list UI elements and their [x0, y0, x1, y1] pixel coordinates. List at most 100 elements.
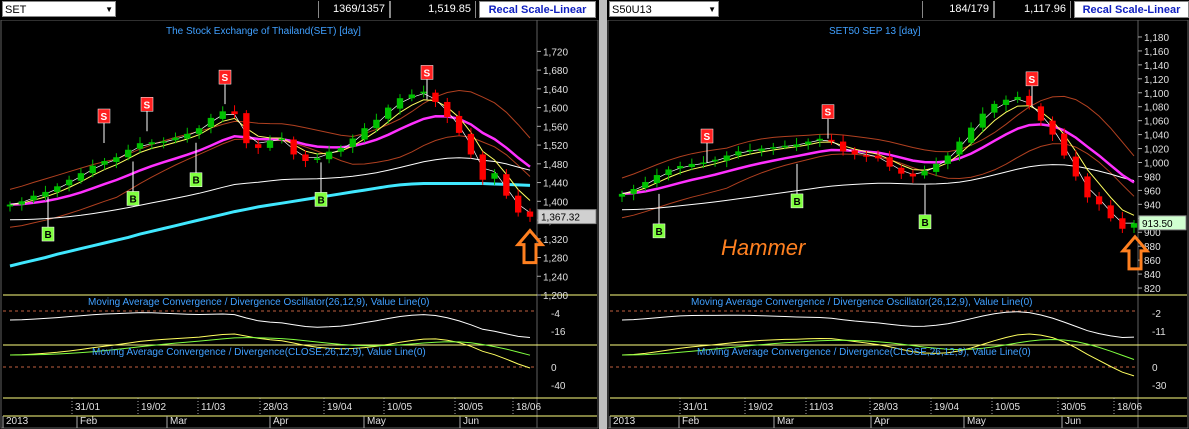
month-tick-label: Apr	[874, 416, 890, 427]
y-tick-label: 1,320	[543, 235, 568, 246]
chevron-down-icon[interactable]: ▼	[708, 2, 716, 18]
right-chart-svg: 1,180 1,160 1,140 1,120 1,100 1,080 1,060 1,040…	[607, 20, 1189, 429]
symbol-selector[interactable]: SET ▼	[2, 1, 116, 17]
y-tick-label: 1,120	[1144, 75, 1169, 86]
candle-body	[979, 113, 986, 128]
osc-tick-label: -11	[1152, 327, 1166, 338]
symbol-label: SET	[5, 4, 27, 16]
macd-tick-label: 0	[551, 363, 557, 374]
candle-body	[781, 145, 789, 148]
y-tick-label: 1,520	[543, 141, 568, 152]
candle-body	[1084, 176, 1091, 198]
chart-title: SET50 SEP 13 [day]	[829, 26, 921, 37]
candle-body	[1107, 205, 1114, 219]
candle-body	[967, 127, 975, 143]
candle-body	[290, 139, 297, 155]
sell-marker-label: S	[222, 73, 229, 84]
candle-body	[515, 195, 522, 213]
candle-body	[1026, 95, 1033, 106]
date-tick-label: 31/01	[75, 402, 100, 413]
macd-title: Moving Average Convergence / Divergence(…	[92, 347, 426, 358]
right-header: S50U13 ▼ 184/179 1,117.96 Recal Scale-Li…	[607, 0, 1189, 20]
sell-marker-label: S	[144, 100, 151, 111]
candle-body	[54, 186, 61, 192]
chevron-down-icon[interactable]: ▼	[105, 2, 113, 18]
candle-body	[653, 175, 661, 184]
y-tick-label: 1,480	[543, 160, 568, 171]
current-price-label: 1,367.32	[541, 213, 580, 224]
date-tick-label: 28/03	[263, 402, 288, 413]
candle-body	[455, 115, 463, 133]
y-tick-label: 1,040	[1144, 131, 1169, 142]
candle-body	[160, 141, 167, 143]
candle-body	[758, 148, 765, 152]
candle-body	[184, 133, 191, 139]
date-tick-label: 18/06	[516, 402, 541, 413]
candle-body	[432, 92, 439, 102]
month-tick-label: 2013	[613, 416, 636, 427]
y-tick-label: 1,680	[543, 66, 568, 77]
month-tick-label: Feb	[682, 416, 700, 427]
candle-body	[909, 173, 917, 177]
candle-body	[408, 94, 415, 99]
candle-body	[526, 211, 534, 217]
candle-body	[921, 170, 928, 176]
candle-body	[805, 141, 812, 145]
candle-body	[65, 179, 73, 186]
y-tick-label: 1,560	[543, 122, 568, 133]
macd-osc-title: Moving Average Convergence / Divergence …	[691, 297, 1032, 308]
macd-osc-title: Moving Average Convergence / Divergence …	[88, 297, 429, 308]
y-tick-label: 980	[1144, 172, 1161, 183]
panel-splitter[interactable]	[599, 0, 607, 429]
candle-body	[991, 103, 998, 113]
candle-body	[735, 151, 742, 156]
candle-body	[396, 98, 404, 109]
candle-body	[172, 137, 179, 141]
candle-body	[266, 140, 274, 148]
candle-body	[1119, 218, 1126, 229]
candle-body	[219, 111, 226, 119]
y-tick-label: 1,180	[1144, 33, 1169, 44]
candle-body	[207, 117, 215, 128]
candle-body	[125, 149, 132, 158]
sell-marker-label: S	[424, 68, 431, 79]
candle-body	[642, 182, 649, 188]
sell-marker-label: S	[704, 132, 711, 143]
candle-body	[361, 128, 368, 140]
candle-body	[770, 147, 777, 149]
candle-body	[898, 167, 905, 174]
macd-osc-line	[9, 312, 531, 338]
macd-tick-label: 0	[1152, 363, 1158, 374]
candle-body	[1037, 106, 1045, 121]
candle-body	[113, 157, 120, 163]
candle-body	[444, 101, 451, 117]
recal-scale-button[interactable]: Recal Scale-Linear	[479, 1, 596, 18]
y-tick-label: 1,000	[1144, 159, 1169, 170]
y-tick-label: 1,020	[1144, 145, 1169, 156]
symbol-selector[interactable]: S50U13 ▼	[609, 1, 719, 17]
candle-body	[1061, 133, 1068, 156]
candle-body	[1014, 96, 1021, 100]
y-tick-label: 1,060	[1144, 117, 1169, 128]
month-tick-label: May	[367, 416, 386, 427]
candle-body	[491, 173, 498, 179]
candle-body	[944, 155, 951, 164]
y-tick-label: 1,140	[1144, 61, 1169, 72]
date-tick-label: 19/04	[934, 402, 959, 413]
candle-body	[243, 113, 250, 144]
y-tick-label: 1,440	[543, 179, 568, 190]
recal-scale-button[interactable]: Recal Scale-Linear	[1074, 1, 1189, 18]
bid-ask-readout: 184/179	[922, 1, 994, 18]
macd-osc-line	[621, 311, 1135, 339]
candle-body	[700, 162, 707, 164]
date-tick-label: 28/03	[873, 402, 898, 413]
y-tick-label: 840	[1144, 270, 1161, 281]
ma-long-line	[9, 182, 531, 268]
last-price-readout: 1,117.96	[994, 1, 1071, 18]
ma-magenta-line	[9, 115, 531, 206]
candle-body	[101, 161, 108, 165]
y-tick-label: 1,640	[543, 85, 568, 96]
candle-body	[420, 91, 427, 94]
month-tick-label: Mar	[170, 416, 188, 427]
candle-body	[874, 155, 882, 159]
